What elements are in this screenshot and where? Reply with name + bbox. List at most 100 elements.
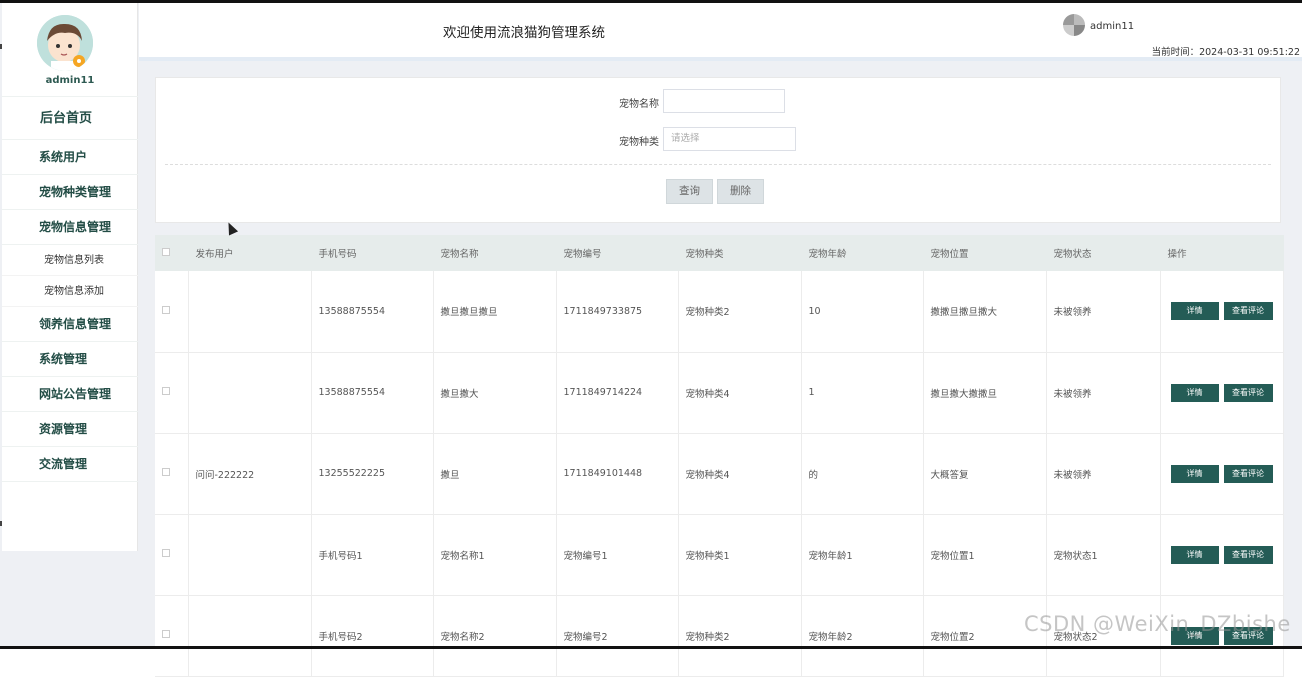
table-cell: 1711849101448 xyxy=(556,433,679,515)
search-panel: 宠物名称 宠物种类 请选择 查询 删除 xyxy=(155,77,1281,223)
table-cell: 宠物种类1 xyxy=(678,514,802,596)
actions-cell: 详情 查看评论 xyxy=(1159,271,1284,353)
column-header: 宠物状态 xyxy=(1046,235,1161,271)
current-time: 当前时间：2024-03-31 09:51:22 xyxy=(1152,44,1300,58)
user-avatar[interactable] xyxy=(37,15,93,71)
table-header-row: 发布用户 手机号码 宠物名称 宠物编号 宠物种类 宠物年龄 宠物位置 宠物状态 … xyxy=(155,235,1284,271)
submenu-item-pet-list[interactable]: 宠物信息列表 xyxy=(2,245,138,276)
view-comments-button[interactable]: 查看评论 xyxy=(1223,383,1273,402)
table-cell: 宠物种类4 xyxy=(678,433,802,515)
row-checkbox[interactable] xyxy=(162,387,170,395)
pet-name-label: 宠物名称 xyxy=(619,99,659,110)
row-checkbox[interactable] xyxy=(162,549,170,557)
column-header: 宠物名称 xyxy=(433,235,557,271)
actions-cell: 详情 查看评论 xyxy=(1159,352,1284,434)
detail-button[interactable]: 详情 xyxy=(1170,383,1219,402)
time-label: 当前时间： xyxy=(1151,47,1200,58)
table-cell: 撒撒旦撒旦撒大 xyxy=(923,271,1047,353)
table-cell: 宠物名称2 xyxy=(433,595,557,677)
sidebar: admin11 后台首页 系统用户 宠物种类管理 宠物信息管理 宠物信息列表 宠… xyxy=(2,3,138,551)
table-cell: 13588875554 xyxy=(311,271,434,353)
detail-button[interactable]: 详情 xyxy=(1170,464,1219,483)
actions-cell: 详情 查看评论 xyxy=(1159,433,1284,515)
column-header: 宠物编号 xyxy=(556,235,679,271)
table-cell: 撒旦撒大撒撒旦 xyxy=(923,352,1047,434)
header-avatar-icon[interactable] xyxy=(1063,14,1085,36)
table-cell: 问问-222222 xyxy=(188,433,312,515)
view-comments-button[interactable]: 查看评论 xyxy=(1223,545,1273,564)
select-all-checkbox[interactable] xyxy=(162,247,170,256)
table-cell: 未被领养 xyxy=(1046,271,1161,353)
menu-item-dashboard[interactable]: 后台首页 xyxy=(2,96,138,140)
menu-item-pet-info[interactable]: 宠物信息管理 xyxy=(2,210,138,245)
table-cell xyxy=(188,595,312,677)
column-header: 宠物位置 xyxy=(923,235,1047,271)
pet-type-select[interactable]: 请选择 xyxy=(663,127,796,151)
row-checkbox[interactable] xyxy=(162,305,170,314)
edge-tick xyxy=(0,44,2,49)
table-cell: 宠物状态1 xyxy=(1046,514,1161,596)
view-comments-button[interactable]: 查看评论 xyxy=(1223,302,1273,321)
watermark: CSDN @WeiXin_DZbishe xyxy=(1024,612,1291,636)
table-cell: 13255522225 xyxy=(311,433,434,515)
pet-type-label: 宠物种类 xyxy=(619,137,659,148)
row-checkbox[interactable] xyxy=(162,468,170,476)
delete-button[interactable]: 删除 xyxy=(717,179,764,204)
menu-item-resource[interactable]: 资源管理 xyxy=(2,412,138,447)
menu-item-adoption[interactable]: 领养信息管理 xyxy=(2,307,138,342)
table-cell: 10 xyxy=(801,271,924,353)
table-cell: 宠物名称1 xyxy=(433,514,557,596)
column-header: 宠物种类 xyxy=(678,235,802,271)
table-cell: 手机号码1 xyxy=(311,514,434,596)
table-cell: 宠物种类2 xyxy=(678,271,802,353)
row-checkbox[interactable] xyxy=(162,630,170,638)
table-cell: 手机号码2 xyxy=(311,595,434,677)
menu-item-system-users[interactable]: 系统用户 xyxy=(2,140,138,175)
table-cell: 宠物位置1 xyxy=(923,514,1047,596)
menu-item-pet-type[interactable]: 宠物种类管理 xyxy=(2,175,138,210)
table-cell: 宠物编号2 xyxy=(556,595,679,677)
menu-item-communication[interactable]: 交流管理 xyxy=(2,447,138,482)
table-cell: 宠物年龄1 xyxy=(801,514,924,596)
menu-item-announcement[interactable]: 网站公告管理 xyxy=(2,377,138,412)
search-divider xyxy=(165,164,1271,165)
table-cell xyxy=(188,514,312,596)
sidebar-menu: 后台首页 系统用户 宠物种类管理 宠物信息管理 宠物信息列表 宠物信息添加 领养… xyxy=(2,96,138,482)
top-header: 欢迎使用流浪猫狗管理系统 admin11 当前时间：2024-03-31 09:… xyxy=(139,3,1302,61)
pet-name-input[interactable] xyxy=(663,89,785,113)
actions-cell: 详情 查看评论 xyxy=(1159,514,1284,596)
table-cell: 宠物种类2 xyxy=(678,595,802,677)
table-cell xyxy=(188,352,312,434)
submenu-item-pet-add[interactable]: 宠物信息添加 xyxy=(2,276,138,307)
table-cell: 撒旦撒旦撒旦 xyxy=(433,271,557,353)
time-value: 2024-03-31 09:51:22 xyxy=(1199,47,1300,58)
table-cell: 1711849733875 xyxy=(556,271,679,353)
menu-item-system[interactable]: 系统管理 xyxy=(2,342,138,377)
edge-tick xyxy=(0,521,2,526)
table-cell: 1 xyxy=(801,352,924,434)
table-cell: 未被领养 xyxy=(1046,352,1161,434)
detail-button[interactable]: 详情 xyxy=(1170,545,1219,564)
view-comments-button[interactable]: 查看评论 xyxy=(1223,464,1273,483)
cartoon-avatar-icon xyxy=(37,15,93,71)
column-header: 发布用户 xyxy=(188,235,312,271)
table-cell: 13588875554 xyxy=(311,352,434,434)
table-cell: 撒旦撒大 xyxy=(433,352,557,434)
header-username[interactable]: admin11 xyxy=(1090,21,1134,32)
row-select-cell xyxy=(155,595,189,677)
column-header: 手机号码 xyxy=(311,235,434,271)
table-row: 问问-222222 13255522225 撒旦 1711849101448 宠物种类4… xyxy=(155,433,1284,515)
sidebar-username: admin11 xyxy=(45,75,95,86)
query-button[interactable]: 查询 xyxy=(666,179,713,204)
row-select-cell xyxy=(155,433,189,515)
column-header: 操作 xyxy=(1159,235,1284,271)
table-row: 13588875554 撒旦撒旦撒旦 1711849733875 宠物种类2 10 撒撒旦… xyxy=(155,271,1284,353)
table-cell: 大概答复 xyxy=(923,433,1047,515)
table-cell: 宠物种类4 xyxy=(678,352,802,434)
table-cell: 宠物编号1 xyxy=(556,514,679,596)
page-title: 欢迎使用流浪猫狗管理系统 xyxy=(443,25,605,41)
detail-button[interactable]: 详情 xyxy=(1170,302,1219,321)
table-cell: 撒旦 xyxy=(433,433,557,515)
pet-table: 发布用户 手机号码 宠物名称 宠物编号 宠物种类 宠物年龄 宠物位置 宠物状态 … xyxy=(155,235,1284,677)
table-cell: 未被领养 xyxy=(1046,433,1161,515)
